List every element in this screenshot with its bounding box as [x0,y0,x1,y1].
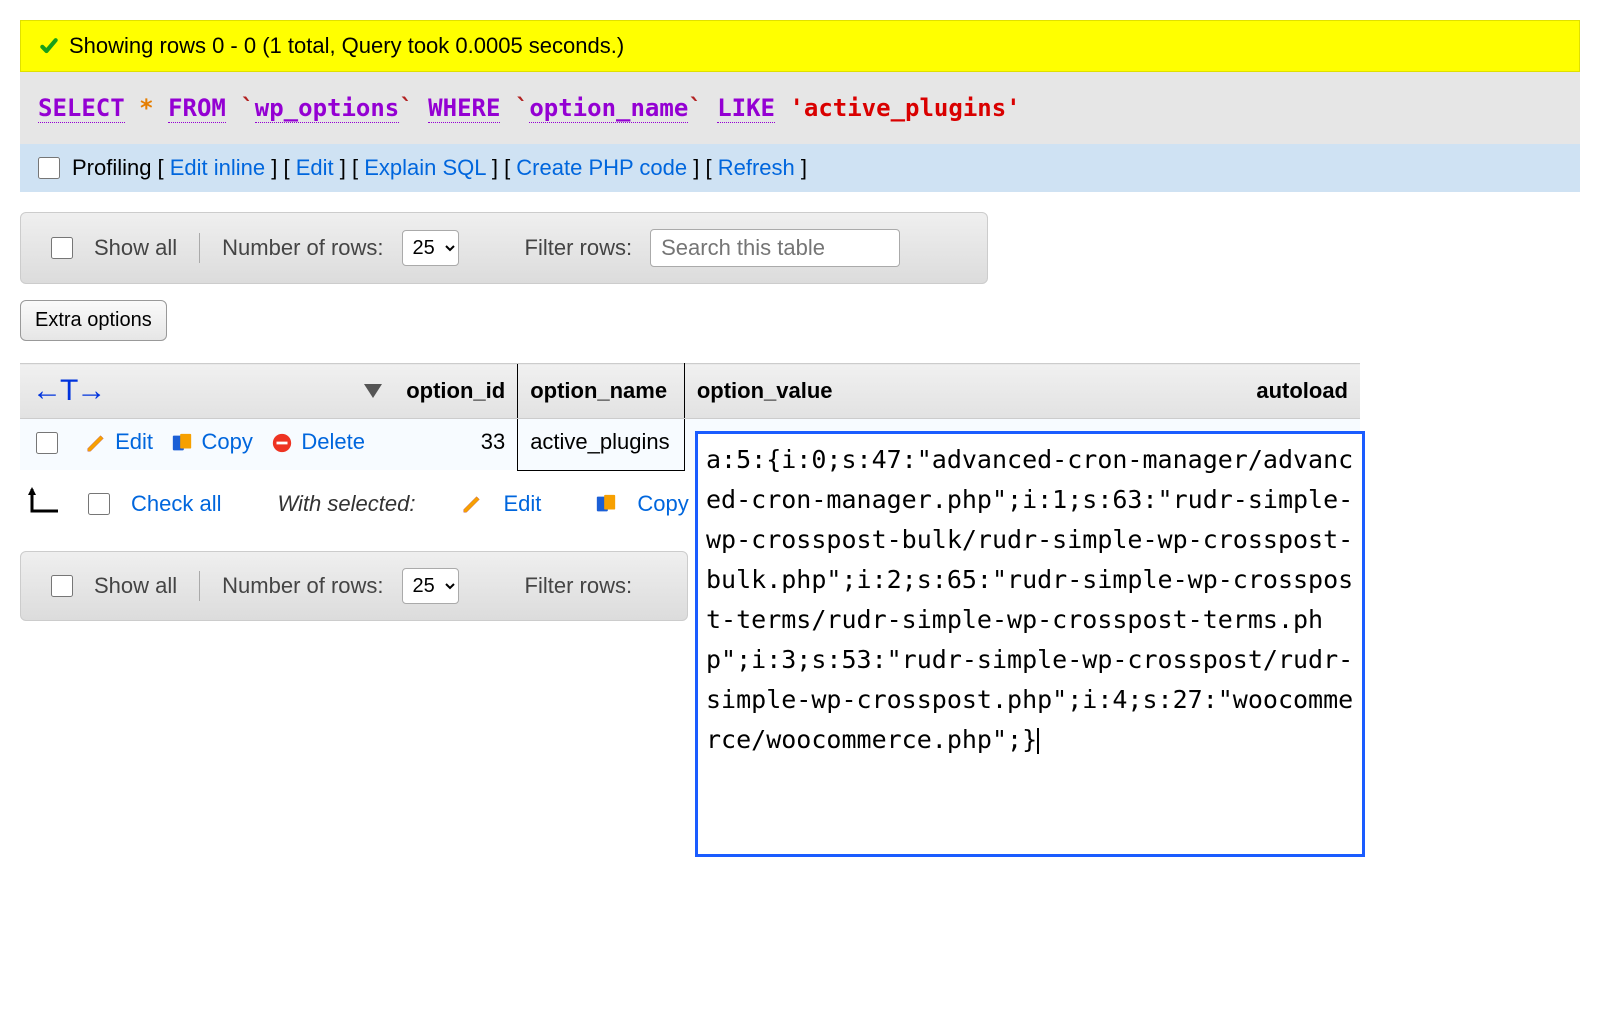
create-php-link[interactable]: Create PHP code [516,155,687,180]
row-edit-link[interactable]: Edit [115,429,153,454]
extra-options-button[interactable]: Extra options [20,300,167,341]
sort-dropdown-icon[interactable] [364,384,382,398]
text-cursor [1037,728,1039,754]
show-all-label: Show all [94,235,177,261]
sql-from: FROM [168,94,226,123]
filter-rows-label: Filter rows: [525,235,633,261]
cell-option-name[interactable]: active_plugins [518,419,685,471]
col-option-name[interactable]: option_name [518,364,685,419]
divider [199,571,200,601]
controls-bar-top: Show all Number of rows: 25 Filter rows: [20,212,988,284]
col-option-value[interactable]: option_value [684,364,1244,419]
edit-inline-link[interactable]: Edit inline [170,155,265,180]
num-rows-label-2: Number of rows: [222,573,383,599]
show-all-checkbox[interactable] [51,237,73,259]
row-checkbox[interactable] [36,432,58,454]
filter-rows-label-2: Filter rows: [525,573,633,599]
row-delete-link[interactable]: Delete [301,429,365,454]
controls-bar-bottom: Show all Number of rows: 25 Filter rows: [20,551,688,621]
divider [199,233,200,263]
filter-rows-input[interactable] [650,229,900,267]
check-icon [39,36,59,56]
delete-icon [271,432,293,454]
sql-query[interactable]: SELECT * FROM `wp_options` WHERE `option… [20,72,1580,144]
sql-star: * [139,94,153,122]
sql-where: WHERE [428,94,500,123]
query-actions: Profiling [ Edit inline ] [ Edit ] [ Exp… [20,144,1580,192]
show-all-label-2: Show all [94,573,177,599]
actions-header[interactable]: ←T→ [20,364,394,419]
sql-value: 'active_plugins' [789,94,1020,122]
profiling-label: Profiling [72,155,151,181]
sql-select: SELECT [38,94,125,123]
show-all-checkbox-2[interactable] [51,575,73,597]
status-text: Showing rows 0 - 0 (1 total, Query took … [69,33,624,59]
num-rows-select[interactable]: 25 [402,230,459,266]
edit-link[interactable]: Edit [296,155,334,180]
copy-icon [595,493,617,515]
with-selected-label: With selected: [277,491,415,517]
num-rows-label: Number of rows: [222,235,383,261]
pencil-icon [461,493,483,515]
sql-table: wp_options [255,94,400,123]
copy-icon [171,432,193,454]
pencil-icon [85,432,107,454]
option-value-text: a:5:{i:0;s:47:"advanced-cron-manager/adv… [706,445,1353,754]
explain-sql-link[interactable]: Explain SQL [364,155,485,180]
bulk-copy-link[interactable]: Copy [637,491,688,517]
row-copy-link[interactable]: Copy [202,429,253,454]
bulk-edit-link[interactable]: Edit [503,491,541,517]
col-option-id[interactable]: option_id [394,364,517,419]
bulk-row: Check all With selected: Edit Copy [20,471,700,537]
check-all-link[interactable]: Check all [131,491,221,517]
num-rows-select-2[interactable]: 25 [402,568,459,604]
status-bar: Showing rows 0 - 0 (1 total, Query took … [20,20,1580,72]
profiling-checkbox[interactable] [38,157,60,179]
sql-like: LIKE [717,94,775,123]
sort-arrows-icon: ←T→ [32,374,104,408]
check-all-checkbox[interactable] [88,493,110,515]
option-value-editor[interactable]: a:5:{i:0;s:47:"advanced-cron-manager/adv… [695,431,1365,857]
arrow-up-icon [26,485,66,523]
refresh-link[interactable]: Refresh [718,155,795,180]
cell-option-id[interactable]: 33 [394,419,517,471]
col-autoload[interactable]: autoload [1244,364,1360,419]
sql-column: option_name [529,94,688,123]
